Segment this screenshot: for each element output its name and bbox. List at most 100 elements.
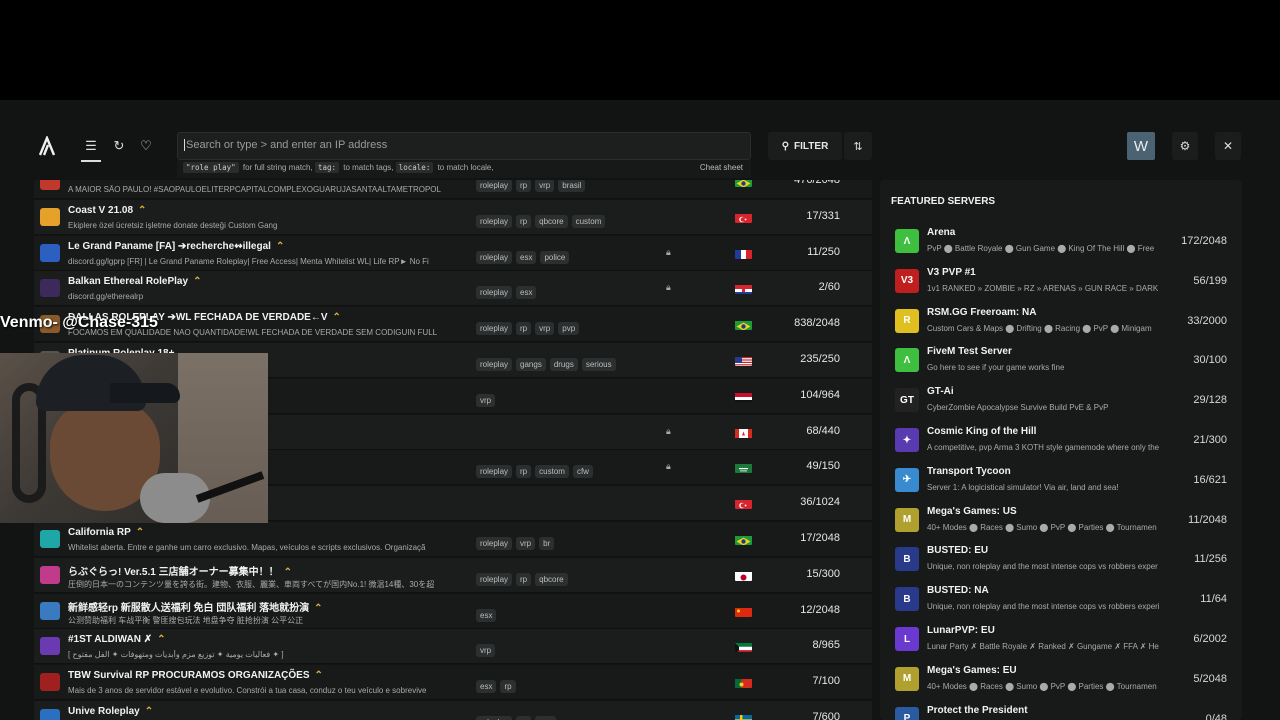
server-tag[interactable]: roleplay — [476, 214, 513, 228]
user-avatar-button[interactable]: W — [1127, 132, 1155, 160]
history-tab[interactable]: ↻ — [105, 134, 133, 158]
server-row[interactable]: #1ST ALDIWAN ✗ ⌃ [ فعاليات يومية ✦ توزيع م… — [34, 629, 872, 665]
server-tag[interactable]: rp — [500, 680, 516, 694]
server-tag[interactable]: rp — [516, 214, 532, 228]
server-tag[interactable]: vrp — [476, 644, 496, 658]
server-tag[interactable]: roleplay — [476, 322, 513, 336]
featured-server-description: Custom Cars & Maps ⬤ Drifting ⬤ Racing ⬤… — [927, 323, 1152, 333]
server-tag[interactable]: roleplay — [476, 286, 513, 300]
server-tag[interactable]: vrp — [516, 537, 536, 550]
cheat-sheet-link[interactable]: Cheat sheet — [700, 163, 743, 172]
featured-server-row[interactable]: M Mega's Games: US 40+ Modes ⬤ Races ⬤ Sum… — [880, 499, 1242, 539]
server-tag[interactable]: rp — [516, 572, 532, 586]
close-button[interactable]: ✕ — [1215, 132, 1241, 160]
server-description: Whitelist aberta. Entre e ganhe um carro… — [68, 543, 426, 552]
featured-server-row[interactable]: M Mega's Games: EU 40+ Modes ⬤ Races ⬤ Sum… — [880, 658, 1242, 698]
featured-server-row[interactable]: B BUSTED: EU Unique, non roleplay and the … — [880, 538, 1242, 578]
featured-server-row[interactable]: Λ FiveM Test Server Go here to see if your… — [880, 339, 1242, 379]
featured-server-row[interactable]: ✦ Cosmic King of the Hill A competitive, p… — [880, 419, 1242, 459]
servers-list-tab[interactable]: ☰ — [77, 134, 105, 162]
server-tag[interactable]: serious — [581, 358, 616, 371]
featured-server-icon: ✦ — [895, 428, 919, 452]
server-tag[interactable]: br — [539, 537, 555, 550]
server-tag[interactable]: roleplay — [476, 537, 513, 550]
server-tag[interactable]: esx — [476, 680, 497, 694]
server-tag[interactable]: gangs — [516, 358, 546, 371]
featured-server-row[interactable]: ✈ Transport Tycoon Server 1: A logicistica… — [880, 459, 1242, 499]
server-tag[interactable]: roleplay — [476, 358, 513, 371]
settings-button[interactable]: ⚙ — [1172, 132, 1198, 160]
server-row[interactable]: California RP ⌃ Whitelist aberta. Entre e … — [34, 522, 872, 557]
server-tag[interactable]: drugs — [549, 358, 578, 371]
server-name: らぶぐらっ! Ver.5.1 三店舗オーナー募集中！！ ⌃ — [68, 566, 292, 578]
server-tag[interactable]: rp — [516, 180, 532, 192]
server-tag[interactable]: roleplay — [476, 180, 513, 192]
featured-server-row[interactable]: GT GT-Ai CyberZombie Apocalypse Survive Bu… — [880, 379, 1242, 419]
server-row[interactable]: Le Grand Paname [FA] ➔recherche↭illegal ⌃… — [34, 235, 872, 271]
featured-server-row[interactable]: L LunarPVP: EU Lunar Party ✗ Battle Royale… — [880, 618, 1242, 658]
server-tag[interactable]: rp — [516, 322, 532, 336]
server-row[interactable]: Unive Roleplay⌃ roleplayrpesx 7/600 — [34, 701, 872, 720]
server-tag[interactable]: vrp — [535, 180, 555, 192]
server-row[interactable]: 新鲜感轻rp 新服散人送福利 免白 団队福利 落地就扮演 ⌃ 公测赞助福利 车战平衡… — [34, 593, 872, 629]
server-row[interactable]: らぶぐらっ! Ver.5.1 三店舗オーナー募集中！！ ⌃ 圧倒的日本一のコンテンツ… — [34, 557, 872, 593]
server-row[interactable]: DALLAS ROLEPLAY ➔WL FECHADA DE VERDADE←V… — [34, 307, 872, 343]
server-tag[interactable]: rp — [516, 465, 532, 479]
filter-button[interactable]: ⚲ FILTER — [768, 132, 842, 160]
fivem-logo-icon[interactable] — [38, 136, 56, 156]
favorites-tab[interactable]: ♡ — [132, 134, 160, 158]
server-icon — [40, 207, 60, 226]
hint-code: "role play" — [183, 162, 239, 173]
featured-server-row[interactable]: R RSM.GG Freeroam: NA Custom Cars & Maps ⬤… — [880, 300, 1242, 340]
server-row[interactable]: Coast V 21.08 ⌃ Ekiplere özel ücretsiz işl… — [34, 199, 872, 235]
server-tag[interactable]: qbcore — [535, 214, 568, 228]
server-row[interactable]: A MAIOR SÃO PAULO! #SAOPAULOELITERPCAPIT… — [34, 180, 872, 199]
country-flag-icon — [735, 391, 752, 402]
server-tag[interactable]: esx — [516, 250, 537, 264]
server-tag[interactable]: pvp — [558, 322, 580, 336]
server-tag[interactable]: police — [540, 250, 570, 264]
search-input[interactable]: Search or type > and enter an IP address — [177, 132, 751, 160]
server-tag[interactable]: cfw — [572, 465, 593, 479]
featured-server-row[interactable]: P Protect the President 0/48 — [880, 698, 1242, 720]
featured-server-description: 1v1 RANKED » ZOMBIE » RZ » ARENAS » GUN … — [927, 283, 1159, 293]
server-tag[interactable]: esx — [476, 608, 497, 622]
sort-button[interactable]: ⇅ — [844, 132, 872, 160]
server-name: Coast V 21.08 ⌃ — [68, 204, 147, 216]
avatar-letter: W — [1133, 137, 1149, 155]
featured-server-row[interactable]: V3 V3 PVP #1 1v1 RANKED » ZOMBIE » RZ » AR… — [880, 260, 1242, 300]
player-count: 2/60 — [818, 281, 840, 294]
server-row[interactable]: Balkan Ethereal RolePlay ⌃ discord.gg/ethe… — [34, 271, 872, 307]
featured-player-count: 11/2048 — [1188, 513, 1227, 526]
server-tag[interactable]: roleplay — [476, 572, 513, 586]
featured-server-name: Mega's Games: EU — [927, 664, 1017, 676]
server-icon — [40, 709, 60, 720]
server-tag[interactable]: roleplay — [476, 716, 513, 720]
server-tag[interactable]: custom — [535, 465, 569, 479]
server-tag[interactable]: roleplay — [476, 465, 513, 479]
server-tag[interactable]: brasil — [558, 180, 586, 192]
server-tag[interactable]: vrp — [535, 322, 555, 336]
server-description: 公测赞助福利 车战平衡 警匪搜包玩法 地盘争夺 脏抢扮演 公平公正 — [68, 615, 304, 625]
server-tag[interactable]: custom — [571, 214, 606, 228]
server-tag[interactable]: esx — [516, 286, 537, 300]
featured-server-description: A competitive, pvp Arma 3 KOTH style gam… — [927, 443, 1160, 452]
server-tag[interactable]: roleplay — [476, 250, 513, 264]
featured-server-row[interactable]: Λ Arena PvP ⬤ Battle Royale ⬤ Gun Game ⬤ K… — [880, 220, 1242, 260]
featured-server-row[interactable]: B BUSTED: NA Unique, non roleplay and the … — [880, 578, 1242, 618]
server-tag[interactable]: qbcore — [535, 572, 568, 586]
featured-server-name: BUSTED: EU — [927, 545, 989, 557]
list-icon: ☰ — [85, 138, 97, 153]
featured-server-description: Go here to see if your game works fine — [927, 363, 1065, 373]
server-tag[interactable]: esx — [535, 716, 556, 720]
server-description: A MAIOR SÃO PAULO! #SAOPAULOELITERPCAPIT… — [68, 185, 441, 194]
server-description: discord.gg/etherealrp — [68, 292, 144, 302]
server-description: Mais de 3 anos de servidor estável e evo… — [68, 686, 427, 696]
server-tag[interactable]: rp — [516, 716, 532, 720]
server-row[interactable]: TBW Survival RP PROCURAMOS ORGANIZAÇÕES ⌃… — [34, 665, 872, 701]
boost-icon: ⌃ — [193, 276, 202, 288]
featured-server-description: 40+ Modes ⬤ Races ⬤ Sumo ⬤ PvP ⬤ Parties… — [927, 522, 1157, 532]
server-tag[interactable]: vrp — [476, 393, 496, 407]
boost-icon: ⌃ — [157, 634, 166, 646]
country-flag-icon — [735, 641, 752, 653]
